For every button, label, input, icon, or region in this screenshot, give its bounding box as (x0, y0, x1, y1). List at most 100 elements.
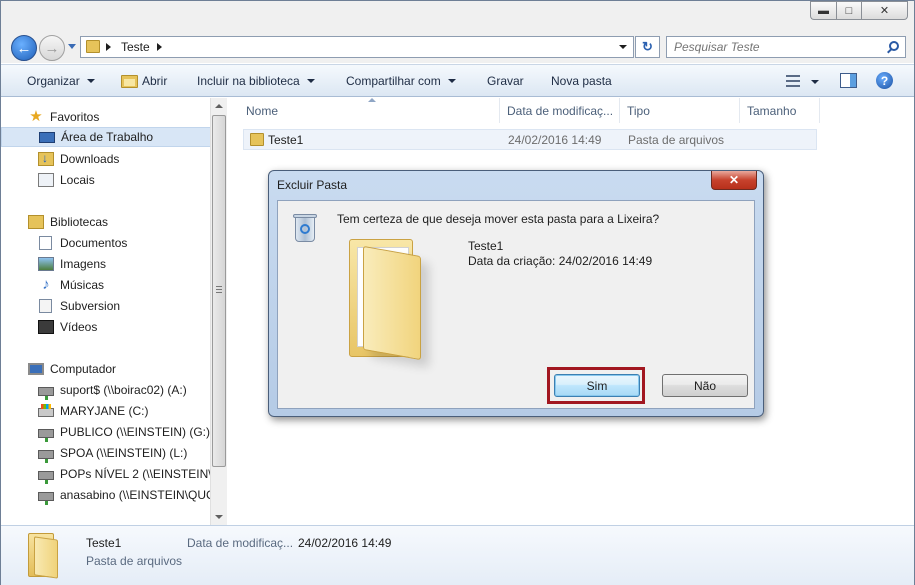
folder-icon (28, 533, 58, 579)
column-header-name[interactable]: Nome (239, 98, 500, 123)
search-input[interactable] (667, 37, 877, 57)
include-library-button[interactable]: Incluir na biblioteca (197, 74, 315, 88)
chevron-down-icon[interactable] (811, 80, 819, 84)
folder-icon (86, 40, 100, 53)
minimize-button[interactable]: ▬ (810, 1, 836, 20)
minimize-icon: ▬ (818, 4, 829, 17)
maximize-button[interactable]: □ (836, 1, 862, 20)
nav-label: Subversion (60, 299, 121, 313)
table-row[interactable]: Teste1 24/02/2016 14:49 Pasta de arquivo… (243, 129, 817, 150)
breadcrumb-teste[interactable]: Teste (121, 40, 150, 54)
network-drive-icon (38, 492, 54, 505)
recent-pages-dropdown[interactable] (68, 44, 76, 49)
nav-item-locais[interactable]: Locais (1, 170, 211, 190)
no-button[interactable]: Não (662, 374, 748, 397)
nav-item-videos[interactable]: Vídeos (1, 317, 211, 337)
open-button[interactable]: Abrir (121, 74, 167, 88)
nav-scrollbar[interactable] (210, 98, 227, 525)
chevron-down-icon (447, 79, 456, 83)
nav-label: Locais (60, 173, 95, 187)
grip-icon (216, 286, 222, 293)
recent-places-icon (38, 173, 54, 187)
yes-button[interactable]: Sim (554, 374, 640, 397)
details-pane: Teste1 Pasta de arquivos Data de modific… (1, 525, 914, 585)
dialog-body: Tem certeza de que deseja mover esta pas… (277, 200, 755, 409)
breadcrumb-arrow-icon[interactable] (106, 43, 111, 51)
nav-item-drive-c[interactable]: MARYJANE (C:) (1, 401, 211, 421)
nav-item-imagens[interactable]: Imagens (1, 254, 211, 274)
nav-label: Área de Trabalho (61, 130, 154, 144)
column-label: Tamanho (747, 103, 797, 118)
nav-label: Vídeos (60, 320, 98, 334)
navigation-pane: ★ Favoritos Área de Trabalho Downloads Lo… (1, 98, 227, 525)
nav-item-drive-l[interactable]: SPOA (\\EINSTEIN) (L:) (1, 443, 211, 463)
dialog-title: Excluir Pasta (277, 178, 348, 192)
refresh-button[interactable]: ↻ (635, 36, 660, 58)
network-drive-icon (38, 387, 54, 400)
close-icon: ✕ (728, 173, 740, 187)
breadcrumb-arrow-icon[interactable] (157, 43, 162, 51)
nav-item-downloads[interactable]: Downloads (1, 149, 211, 169)
libraries-icon (28, 215, 44, 229)
column-header-modified[interactable]: Data de modificaç... (500, 98, 620, 123)
help-icon[interactable]: ? (876, 72, 893, 89)
chevron-down-icon (306, 79, 315, 83)
scroll-thumb[interactable] (212, 115, 226, 467)
column-header-size[interactable]: Tamanho (740, 98, 820, 123)
file-name: Teste1 (268, 133, 304, 147)
nav-label: Bibliotecas (50, 215, 109, 229)
burn-button[interactable]: Gravar (487, 74, 524, 88)
nav-item-anasabino[interactable]: anasabino (\\EINSTEIN\QUC (1, 485, 211, 505)
forward-button[interactable]: → (39, 35, 65, 61)
close-button[interactable]: ✕ (862, 1, 908, 20)
dialog-folder-name: Teste1 (468, 239, 504, 253)
recycle-bin-icon (292, 211, 318, 243)
nav-computer[interactable]: Computador (1, 359, 211, 379)
preview-pane-icon[interactable] (840, 73, 857, 88)
scroll-down-icon[interactable] (215, 515, 223, 519)
details-modified-label: Data de modificaç... (187, 536, 294, 550)
nav-libraries[interactable]: Bibliotecas (1, 212, 211, 232)
nav-label: anasabino (\\EINSTEIN\QUC (60, 488, 211, 502)
maximize-icon: □ (845, 4, 853, 17)
nav-label: PUBLICO (\\EINSTEIN) (G:) (60, 425, 211, 439)
column-label: Tipo (627, 103, 650, 118)
nav-item-subversion[interactable]: Subversion (1, 296, 211, 316)
dialog-close-button[interactable]: ✕ (711, 171, 757, 190)
nav-item-drive-g[interactable]: PUBLICO (\\EINSTEIN) (G:) (1, 422, 211, 442)
address-bar[interactable]: Teste (80, 36, 634, 58)
nav-item-desktop[interactable]: Área de Trabalho (1, 127, 211, 147)
nav-item-musicas[interactable]: ♪ Músicas (1, 275, 211, 295)
nav-item-pops[interactable]: POPs NÍVEL 2 (\\EINSTEIN\sp (1, 464, 211, 484)
nav-label: Computador (50, 362, 117, 376)
search-box[interactable] (666, 36, 906, 58)
arrow-left-icon: ← (16, 39, 32, 57)
column-header-type[interactable]: Tipo (620, 98, 740, 123)
new-folder-button[interactable]: Nova pasta (551, 74, 612, 88)
chevron-down-icon (86, 79, 95, 83)
back-button[interactable]: ← (11, 35, 37, 61)
share-button[interactable]: Compartilhar com (346, 74, 456, 88)
file-modified: 24/02/2016 14:49 (508, 133, 602, 147)
downloads-folder-icon (38, 151, 54, 166)
share-label: Compartilhar com (346, 74, 441, 88)
nav-label: Downloads (60, 152, 120, 166)
computer-icon (28, 363, 44, 375)
nav-label: Músicas (60, 278, 105, 292)
search-icon[interactable] (889, 41, 899, 51)
close-icon: ✕ (879, 5, 890, 17)
delete-folder-dialog: Excluir Pasta ✕ Tem certeza de que desej… (268, 170, 764, 417)
organize-button[interactable]: Organizar (27, 74, 95, 88)
nav-label: Favoritos (50, 110, 100, 124)
nav-label: MARYJANE (C:) (60, 404, 149, 418)
address-dropdown-icon[interactable] (619, 45, 627, 49)
nav-favorites[interactable]: ★ Favoritos (1, 107, 211, 127)
nav-label: POPs NÍVEL 2 (\\EINSTEIN\sp (60, 467, 211, 481)
folder-icon (250, 133, 264, 146)
new-folder-label: Nova pasta (551, 74, 612, 88)
nav-item-documentos[interactable]: Documentos (1, 233, 211, 253)
refresh-icon: ↻ (642, 39, 653, 54)
view-options-icon[interactable] (786, 75, 800, 87)
scroll-up-icon[interactable] (215, 104, 223, 108)
nav-item-drive-a[interactable]: suport$ (\\boirac02) (A:) (1, 380, 211, 400)
